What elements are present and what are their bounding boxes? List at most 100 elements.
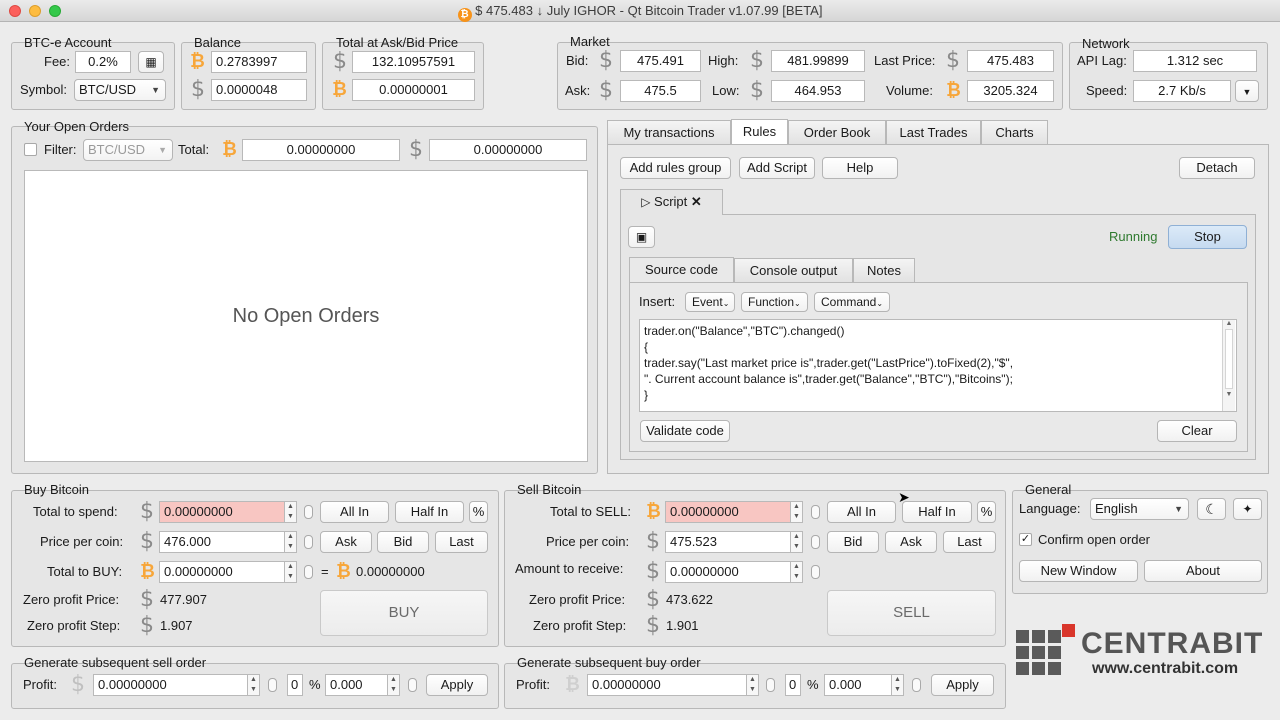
orders-total-btc-field[interactable]: 0.00000000 xyxy=(242,139,400,161)
gen-buy-profit-field[interactable]: 0.00000000 xyxy=(587,674,747,696)
sell-half-in-button[interactable]: Half In xyxy=(902,501,972,523)
insert-command-select[interactable]: Command⌄ xyxy=(814,292,890,312)
sell-price-field[interactable]: 475.523 xyxy=(665,531,791,553)
gen-sell-apply-button[interactable]: Apply xyxy=(426,674,488,696)
add-rules-group-button[interactable]: Add rules group xyxy=(620,157,731,179)
source-code-editor[interactable]: trader.on("Balance","BTC").changed() {tra… xyxy=(639,319,1237,412)
buy-bid-button[interactable]: Bid xyxy=(377,531,429,553)
tab-notes[interactable]: Notes xyxy=(853,258,915,282)
gen-buy-apply-button[interactable]: Apply xyxy=(931,674,994,696)
lock-icon[interactable] xyxy=(304,565,313,579)
confirm-order-checkbox[interactable]: ✓ xyxy=(1019,533,1032,546)
sell-all-in-button[interactable]: All In xyxy=(827,501,896,523)
tab-rules[interactable]: Rules xyxy=(731,119,788,144)
total-usd-field[interactable]: 132.10957591 xyxy=(352,51,475,73)
speed-field[interactable]: 2.7 Kb/s xyxy=(1133,80,1231,102)
buy-last-button[interactable]: Last xyxy=(435,531,488,553)
calculator-button[interactable]: ▦ xyxy=(138,51,164,73)
lock-icon[interactable] xyxy=(304,505,313,519)
insert-event-select[interactable]: Event⌄ xyxy=(685,292,735,312)
sell-receive-stepper[interactable]: ▲ ▼ xyxy=(791,561,803,583)
gen-buy-percent-stepper[interactable]: ▲ ▼ xyxy=(892,674,904,696)
market-low-field[interactable]: 464.953 xyxy=(771,80,865,102)
api-lag-field[interactable]: 1.312 sec xyxy=(1133,50,1257,72)
buy-ask-button[interactable]: Ask xyxy=(320,531,372,553)
scroll-thumb[interactable] xyxy=(1225,329,1233,389)
market-high-field[interactable]: 481.99899 xyxy=(771,50,865,72)
gen-buy-count-field[interactable]: 0 xyxy=(785,674,801,696)
validate-code-button[interactable]: Validate code xyxy=(640,420,730,442)
tab-charts[interactable]: Charts xyxy=(981,120,1048,144)
buy-price-field[interactable]: 476.000 xyxy=(159,531,285,553)
sell-amount-stepper[interactable]: ▲ ▼ xyxy=(791,501,803,523)
sell-ask-button[interactable]: Ask xyxy=(885,531,937,553)
lock-icon[interactable] xyxy=(811,505,820,519)
add-script-button[interactable]: Add Script xyxy=(739,157,815,179)
fee-field[interactable]: 0.2% xyxy=(75,51,131,73)
tab-order-book[interactable]: Order Book xyxy=(788,120,886,144)
lock-icon[interactable] xyxy=(268,678,277,692)
sell-receive-field[interactable]: 0.00000000 xyxy=(665,561,791,583)
lock-icon[interactable] xyxy=(408,678,417,692)
filter-symbol-select[interactable]: BTC/USD ▼ xyxy=(83,139,173,161)
about-button[interactable]: About xyxy=(1144,560,1262,582)
new-window-button[interactable]: New Window xyxy=(1019,560,1138,582)
buy-spend-field[interactable]: 0.00000000 xyxy=(159,501,285,523)
buy-half-in-button[interactable]: Half In xyxy=(395,501,464,523)
sell-button[interactable]: SELL xyxy=(827,590,996,636)
market-volume-field[interactable]: 3205.324 xyxy=(967,80,1054,102)
night-mode-button[interactable]: ☾ xyxy=(1197,498,1226,520)
market-last-field[interactable]: 475.483 xyxy=(967,50,1054,72)
buy-all-in-button[interactable]: All In xyxy=(320,501,389,523)
gen-sell-percent-stepper[interactable]: ▲ ▼ xyxy=(388,674,400,696)
buy-total-stepper[interactable]: ▲ ▼ xyxy=(285,561,297,583)
tab-last-trades[interactable]: Last Trades xyxy=(886,120,981,144)
close-icon[interactable]: ✕ xyxy=(691,194,702,209)
lock-icon[interactable] xyxy=(766,678,775,692)
lock-icon[interactable] xyxy=(811,535,820,549)
sell-amount-field[interactable]: 0.00000000 xyxy=(665,501,791,523)
symbol-select[interactable]: BTC/USD ▼ xyxy=(74,79,166,101)
market-bid-field[interactable]: 475.491 xyxy=(620,50,701,72)
market-ask-field[interactable]: 475.5 xyxy=(620,80,701,102)
gen-buy-profit-stepper[interactable]: ▲ ▼ xyxy=(747,674,759,696)
sell-last-button[interactable]: Last xyxy=(943,531,996,553)
insert-function-select[interactable]: Function⌄ xyxy=(741,292,808,312)
tab-console-output[interactable]: Console output xyxy=(734,258,853,282)
balance-usd-field[interactable]: 0.0000048 xyxy=(211,79,307,101)
scroll-up-icon[interactable]: ▲ xyxy=(1223,320,1235,327)
buy-button[interactable]: BUY xyxy=(320,590,488,636)
pin-window-button[interactable]: ✦ xyxy=(1233,498,1262,520)
lock-icon[interactable] xyxy=(912,678,921,692)
gen-sell-profit-stepper[interactable]: ▲ ▼ xyxy=(248,674,260,696)
save-script-button[interactable]: ▣ xyxy=(628,226,655,248)
detach-button[interactable]: Detach xyxy=(1179,157,1255,179)
buy-price-stepper[interactable]: ▲ ▼ xyxy=(285,531,297,553)
gen-sell-profit-field[interactable]: 0.00000000 xyxy=(93,674,248,696)
tab-my-transactions[interactable]: My transactions xyxy=(607,120,731,144)
balance-btc-field[interactable]: 0.2783997 xyxy=(211,51,307,73)
lock-icon[interactable] xyxy=(811,565,820,579)
gen-sell-count-field[interactable]: 0 xyxy=(287,674,303,696)
tab-script[interactable]: ▷ Script ✕ xyxy=(620,189,723,215)
help-button[interactable]: Help xyxy=(822,157,898,179)
buy-percent-button[interactable]: % xyxy=(469,501,488,523)
lock-icon[interactable] xyxy=(304,535,313,549)
speed-dropdown-button[interactable]: ▼ xyxy=(1235,80,1259,102)
gen-buy-percent-field[interactable]: 0.000 xyxy=(824,674,892,696)
tab-source-code[interactable]: Source code xyxy=(629,257,734,282)
sell-bid-button[interactable]: Bid xyxy=(827,531,879,553)
sell-price-stepper[interactable]: ▲ ▼ xyxy=(791,531,803,553)
total-btc-field[interactable]: 0.00000001 xyxy=(352,79,475,101)
buy-spend-stepper[interactable]: ▲ ▼ xyxy=(285,501,297,523)
orders-total-usd-field[interactable]: 0.00000000 xyxy=(429,139,587,161)
language-select[interactable]: English ▼ xyxy=(1090,498,1189,520)
sell-percent-button[interactable]: % xyxy=(977,501,996,523)
buy-total-field[interactable]: 0.00000000 xyxy=(159,561,285,583)
code-scrollbar[interactable]: ▲ ▼ xyxy=(1222,320,1235,411)
clear-button[interactable]: Clear xyxy=(1157,420,1237,442)
filter-checkbox[interactable] xyxy=(24,143,37,156)
stop-button[interactable]: Stop xyxy=(1168,225,1247,249)
scroll-down-icon[interactable]: ▼ xyxy=(1223,391,1235,398)
gen-sell-percent-field[interactable]: 0.000 xyxy=(325,674,388,696)
